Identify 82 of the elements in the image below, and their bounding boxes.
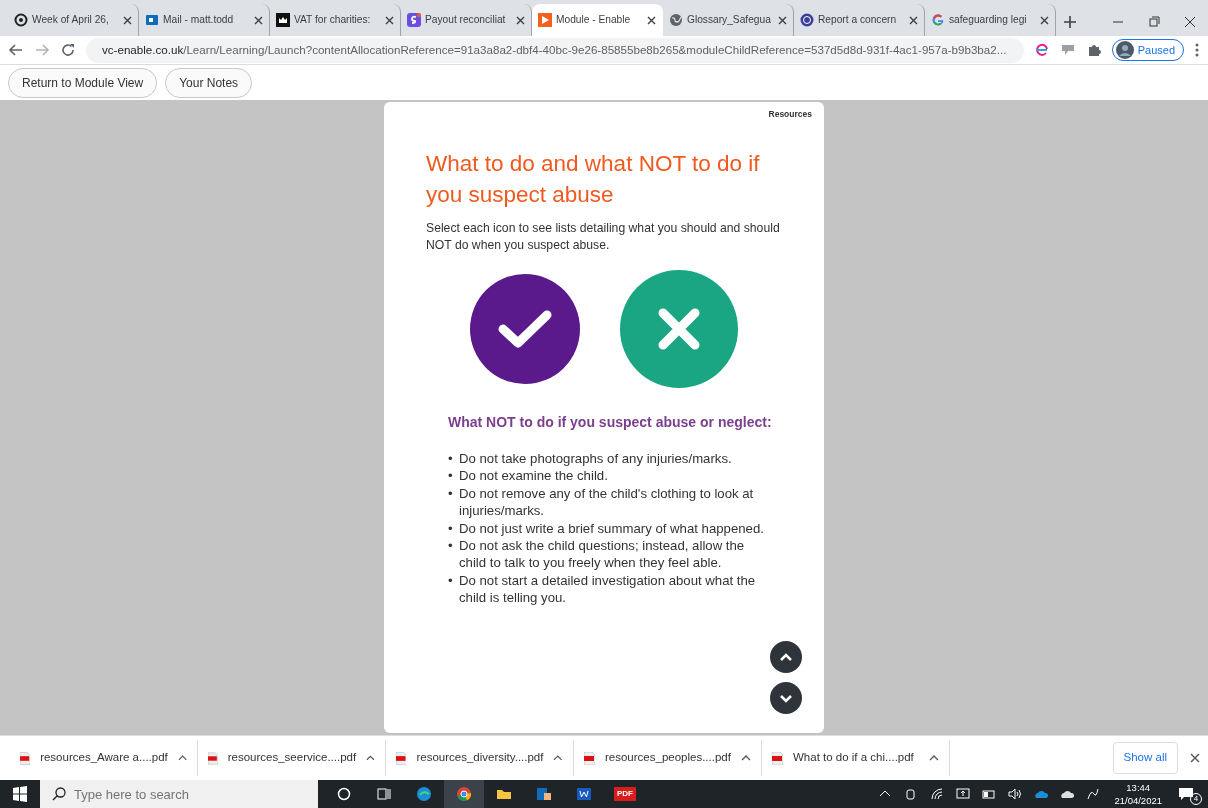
close-icon[interactable]	[516, 15, 525, 25]
crown-icon	[276, 13, 290, 27]
bullet: •	[448, 571, 454, 590]
cortana-icon[interactable]	[336, 786, 352, 802]
pdf-file-icon	[208, 751, 218, 765]
task-view-icon[interactable]	[376, 786, 392, 802]
list-item-text: Do not ask the child questions; instead, allow the child to talk to you freely when they feel able.	[459, 537, 746, 572]
close-icon[interactable]	[1040, 15, 1049, 25]
caret-icon[interactable]	[741, 755, 751, 761]
list-item-text: Do not just write a brief summary of what happened.	[459, 519, 764, 538]
globe-icon	[669, 13, 683, 27]
menu-icon[interactable]	[1194, 42, 1200, 58]
address-bar[interactable]: vc-enable.co.uk/Learn/Learning/Launch?contentAllocationReference=91a3a8a2-dbf4-40bc-9e26-85855be8b265&moduleChildReference=537d5d8d-931f-4ac1-957a-b9b3ba2...	[86, 37, 1024, 63]
url-text: vc-enable.co.uk/Learn/Learning/Launch?contentAllocationReference=91a3a8a2-dbf4-40bc-9e26-85855be8b265&moduleChildReference=537d5d8d-931f-4ac1-957a-b9b3ba2...	[102, 42, 1007, 59]
pdf-file-icon	[772, 751, 783, 765]
chrome-icon[interactable]	[456, 786, 472, 802]
list-item-text: Do not remove any of the child's clothing to look at injuries/marks.	[459, 484, 755, 520]
browser-tab[interactable]: Payout reconciliat	[401, 4, 532, 36]
close-icon[interactable]	[385, 15, 394, 25]
download-item[interactable]: What to do if a chi....pdf	[793, 749, 919, 767]
close-icon[interactable]	[778, 15, 787, 25]
resources-link[interactable]: Resources	[768, 108, 812, 121]
avatar-icon	[1115, 41, 1134, 59]
google-icon	[931, 13, 945, 27]
caret-icon[interactable]	[366, 755, 375, 761]
scroll-up-button[interactable]	[770, 641, 802, 673]
list-item-text: Do not examine the child.	[459, 467, 608, 485]
download-item[interactable]: resources_diversity....pdf	[416, 749, 544, 767]
close-icon[interactable]	[254, 15, 263, 25]
bullet: •	[448, 484, 454, 503]
pdf-file-icon	[20, 751, 31, 765]
pdf-file-icon	[396, 751, 407, 765]
download-item[interactable]: resources_Aware a....pdf	[40, 749, 168, 767]
cross-icon	[657, 307, 701, 351]
browser-tab[interactable]: Week of April 26,	[8, 4, 139, 36]
browser-tab[interactable]: safeguarding legi	[925, 4, 1056, 36]
close-icon[interactable]	[909, 15, 918, 25]
edge-icon[interactable]	[416, 786, 432, 802]
clock[interactable]: 13:44 21/04/2021	[1114, 781, 1162, 807]
show-all-button[interactable]: Show all	[1112, 742, 1178, 774]
bullet: •	[448, 450, 454, 468]
browser-tab[interactable]: Mail - matt.todd	[139, 4, 270, 36]
caret-icon[interactable]	[177, 755, 187, 761]
word-icon[interactable]	[576, 786, 592, 802]
pdf-file-icon	[584, 751, 595, 765]
list-item-text: Do not take photographs of any injuries/marks.	[459, 450, 732, 468]
caret-icon[interactable]	[929, 755, 939, 761]
search-field[interactable]: Type here to search	[40, 780, 318, 808]
play-icon	[538, 13, 552, 27]
chevron-down-icon	[779, 693, 793, 703]
close-icon[interactable]	[1190, 753, 1200, 763]
outlook-icon[interactable]	[536, 786, 552, 802]
module-title: What to do and what NOT to do if you suspect abuse	[426, 150, 761, 209]
browser-tab[interactable]: Glossary_Safegua	[663, 4, 794, 36]
bullet: •	[448, 537, 454, 556]
volume-icon[interactable]	[1007, 786, 1024, 802]
back-icon[interactable]	[8, 42, 24, 58]
intro-text: Select each icon to see lists detailing what you should and should NOT do when you suspect abuse.	[426, 220, 781, 254]
download-item[interactable]: resources_peoples....pdf	[605, 749, 731, 767]
chevron-up-icon	[779, 652, 793, 662]
browser-tab[interactable]: VAT for charities:	[270, 4, 401, 36]
reload-icon[interactable]	[60, 42, 76, 58]
target-icon	[14, 13, 28, 27]
scroll-down-button[interactable]	[770, 682, 802, 714]
caret-icon[interactable]	[553, 755, 563, 761]
bullet: •	[448, 467, 454, 485]
notes-button[interactable]: Your Notes	[165, 67, 253, 98]
pdf-app-icon[interactable]: PDF	[614, 787, 636, 801]
close-icon[interactable]	[647, 15, 656, 25]
check-icon	[498, 309, 552, 349]
return-button[interactable]: Return to Module View	[8, 67, 158, 98]
browser-tab[interactable]: Module - Enable	[532, 4, 663, 36]
notifications-icon[interactable]	[1178, 786, 1194, 802]
display-icon[interactable]	[955, 786, 972, 802]
close-icon[interactable]	[123, 15, 132, 25]
mail-icon	[145, 13, 159, 27]
download-item[interactable]: resources_seervice....pdf	[227, 749, 357, 767]
browser-tab[interactable]: Report a concern	[794, 4, 925, 36]
bullet: •	[448, 519, 454, 538]
app-icon	[407, 13, 421, 27]
list-item-text: Do not start a detailed investigation about what the child is telling you.	[459, 571, 757, 607]
section-heading: What NOT to do if you suspect abuse or neglect:	[448, 413, 773, 432]
